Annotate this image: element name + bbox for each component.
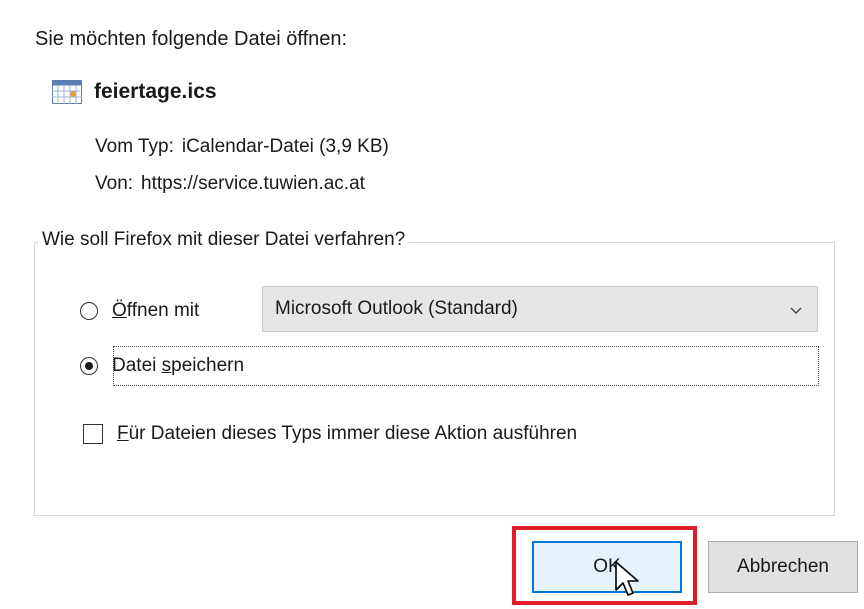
file-source-value: https://service.tuwien.ac.at <box>141 173 365 194</box>
open-with-label: Öffnen mit <box>112 300 200 321</box>
radio-selected-dot <box>85 362 93 370</box>
download-dialog: Sie möchten folgende Datei öffnen: feier… <box>0 0 864 609</box>
file-type-row: Vom Typ: iCalendar-Datei (3,9 KB) <box>95 136 389 158</box>
application-select[interactable]: Microsoft Outlook (Standard) <box>262 286 818 332</box>
calendar-icon <box>52 80 82 104</box>
file-row: feiertage.ics <box>52 80 217 104</box>
always-action-label: Für Dateien dieses Typs immer diese Akti… <box>117 423 578 444</box>
dialog-intro-text: Sie möchten folgende Datei öffnen: <box>35 28 348 50</box>
action-group-legend: Wie soll Firefox mit dieser Datei verfah… <box>38 229 410 251</box>
mouse-pointer-icon <box>614 560 642 600</box>
file-type-value: iCalendar-Datei (3,9 KB) <box>181 136 389 157</box>
always-action-checkbox[interactable] <box>83 424 103 444</box>
application-select-value: Microsoft Outlook (Standard) <box>275 298 518 319</box>
open-with-radio[interactable] <box>80 302 98 320</box>
save-file-radio[interactable] <box>80 357 98 375</box>
open-with-option[interactable]: Öffnen mit <box>80 300 199 322</box>
file-name: feiertage.ics <box>94 80 217 103</box>
chevron-down-icon <box>789 301 803 315</box>
always-action-option[interactable]: Für Dateien dieses Typs immer diese Akti… <box>83 423 577 445</box>
save-file-label: Datei speichern <box>112 355 245 376</box>
save-file-option[interactable]: Datei speichern <box>80 355 244 377</box>
file-type-label: Vom Typ: <box>95 136 174 157</box>
cancel-button[interactable]: Abbrechen <box>708 541 858 593</box>
ok-highlight-box <box>512 526 697 605</box>
file-source-row: Von: https://service.tuwien.ac.at <box>95 173 365 195</box>
file-source-label: Von: <box>95 173 134 194</box>
